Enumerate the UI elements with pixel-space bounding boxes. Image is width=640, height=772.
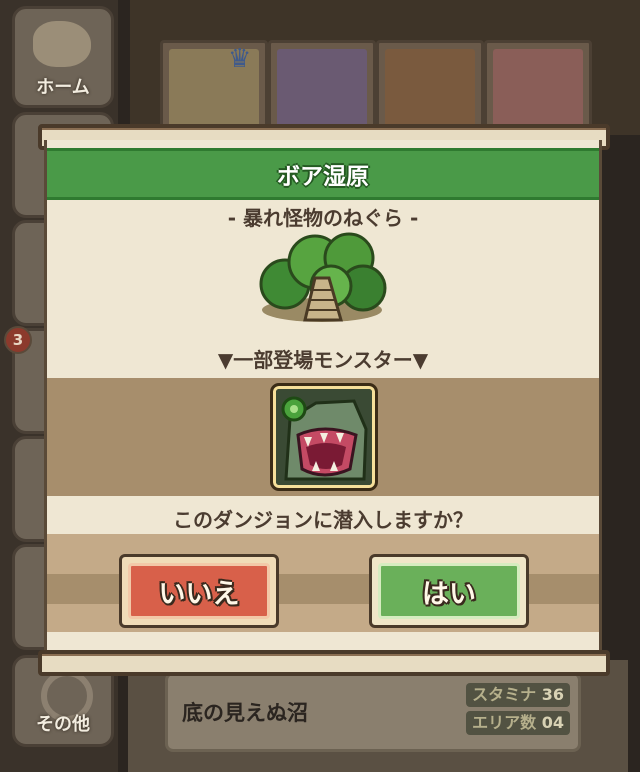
- stamina-label: スタミナ: [472, 685, 537, 704]
- monsters-label: ▼一部登場モンスター▼: [217, 348, 429, 372]
- no-button-label: いいえ: [158, 578, 240, 610]
- crown-icon: ♛: [228, 44, 252, 74]
- area-stat: エリア数 04: [466, 711, 570, 735]
- sidebar-item-label: その他: [36, 714, 90, 735]
- yes-button[interactable]: はい: [369, 554, 529, 628]
- area-value: 04: [541, 713, 564, 732]
- sidebar-item-label: ホーム: [36, 77, 90, 98]
- sidebar-item-home[interactable]: ホーム: [12, 6, 114, 108]
- yes-button-face: はい: [378, 563, 520, 619]
- list-item[interactable]: 底の見えぬ沼 スタミナ 36 エリア数 04: [165, 672, 581, 752]
- stamina-value: 36: [541, 685, 564, 704]
- dialog-bottom-bar: [38, 650, 610, 676]
- no-button[interactable]: いいえ: [119, 554, 279, 628]
- no-button-face: いいえ: [128, 563, 270, 619]
- dungeon-name: 底の見えぬ沼: [182, 701, 308, 725]
- area-label: エリア数: [472, 713, 537, 732]
- notification-badge: 3: [4, 326, 32, 354]
- confirm-question: このダンジョンに潜入しますか？: [173, 508, 473, 532]
- monster-list: [47, 378, 599, 496]
- home-map-icon: [33, 21, 91, 67]
- dialog-subtitle: - 暴れ怪物のねぐら -: [227, 206, 419, 230]
- dungeon-dialog: ボア湿原 - 暴れ怪物のねぐら - ▼一部登場モンスター▼ このダンジョンに潜入…: [44, 140, 602, 654]
- forest-icon: [259, 232, 387, 322]
- dialog-header: ボア湿原: [47, 148, 599, 200]
- yes-button-label: はい: [422, 578, 476, 610]
- dialog-title: ボア湿原: [277, 164, 369, 190]
- stamina-stat: スタミナ 36: [466, 683, 570, 707]
- button-area: いいえ はい: [47, 534, 599, 632]
- dragon-monster-icon[interactable]: [270, 383, 378, 491]
